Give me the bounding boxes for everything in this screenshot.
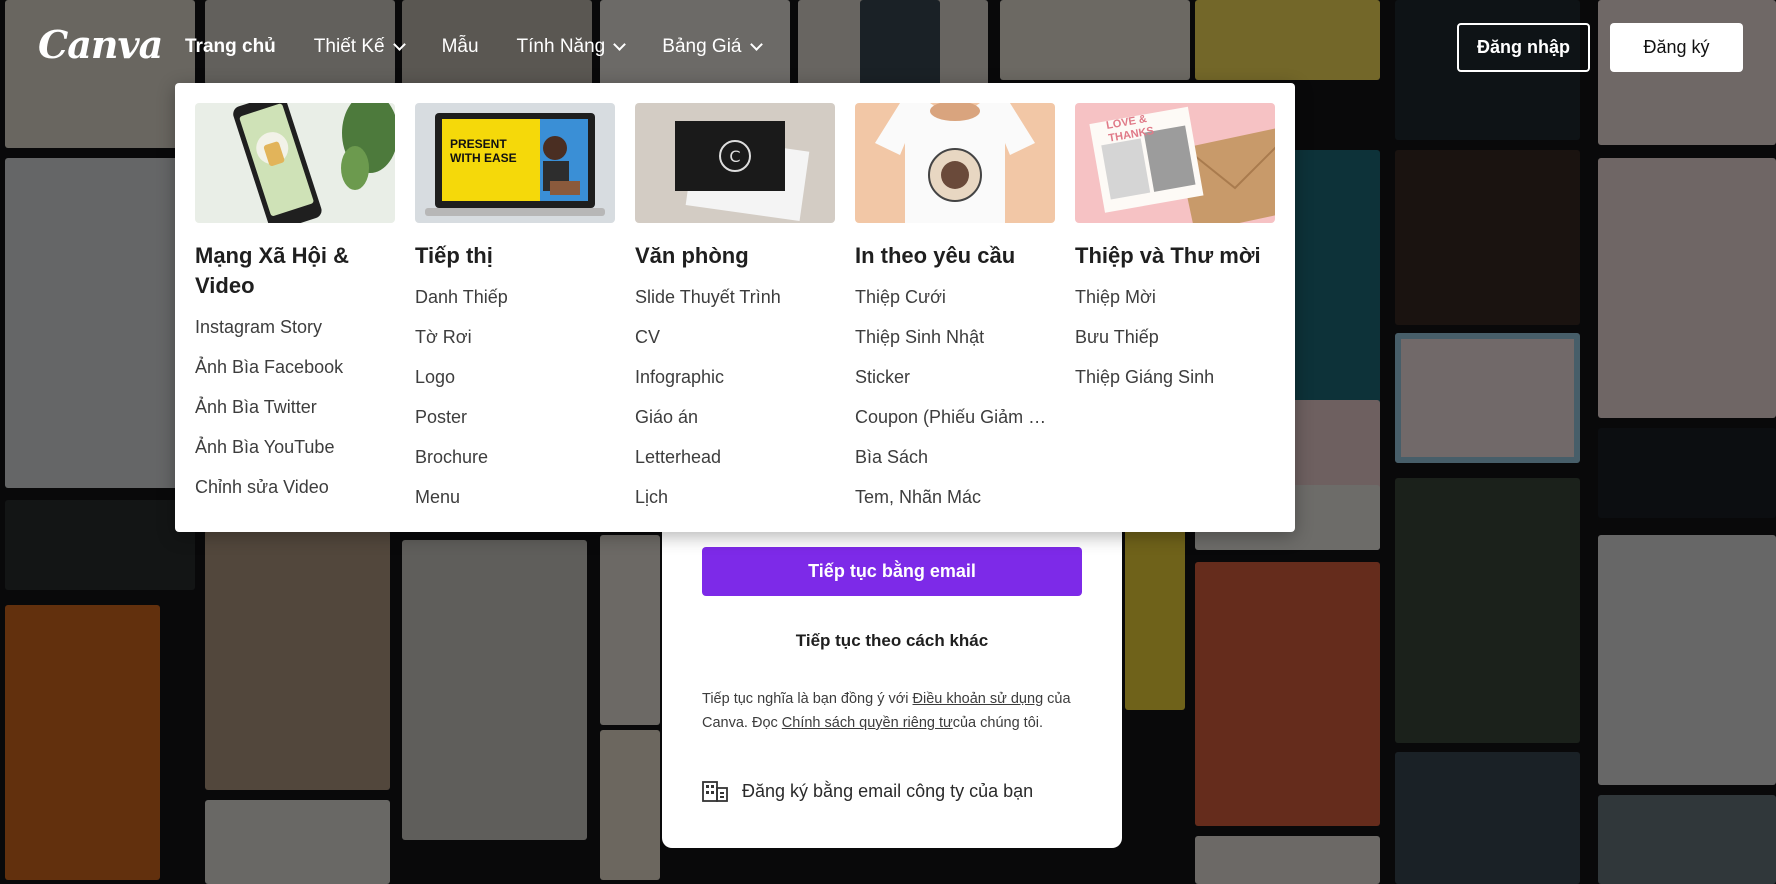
menu-item[interactable]: Brochure [415, 437, 615, 477]
building-icon [702, 781, 728, 802]
menu-item[interactable]: Danh Thiếp [415, 277, 615, 317]
nav-item-home[interactable]: Trang chủ [185, 36, 276, 58]
nav-item-label: Trang chủ [185, 36, 276, 57]
column-list: Thiệp Mời Bưu Thiếp Thiệp Giáng Sinh [1075, 277, 1275, 397]
dropdown-column-marketing: PRESENT WITH EASE Tiếp thị Danh Thiếp Tờ… [415, 103, 615, 517]
chevron-down-icon [392, 38, 406, 51]
menu-item[interactable]: Thiệp Sinh Nhật [855, 317, 1055, 357]
nav-item-label: Bảng Giá [662, 36, 742, 57]
column-list: Slide Thuyết Trình CV Infographic Giáo á… [635, 277, 835, 517]
office-thumbnail[interactable]: C [635, 103, 835, 223]
design-dropdown-menu: Mạng Xã Hội & Video Instagram Story Ảnh … [175, 83, 1295, 532]
menu-item[interactable]: Slide Thuyết Trình [635, 277, 835, 317]
menu-item[interactable]: Letterhead [635, 437, 835, 477]
nav-item-design[interactable]: Thiết Kế [313, 36, 406, 58]
tshirt-icon [875, 103, 1035, 223]
menu-item[interactable]: Infographic [635, 357, 835, 397]
menu-item[interactable]: CV [635, 317, 835, 357]
nav-item-label: Thiết Kế [313, 36, 385, 57]
canva-logo[interactable]: Canva [38, 22, 163, 67]
terms-suffix: của chúng tôi. [952, 715, 1044, 731]
menu-item[interactable]: Sticker [855, 357, 1055, 397]
continue-other-way-link[interactable]: Tiếp tục theo cách khác [662, 631, 1122, 651]
column-title[interactable]: In theo yêu cầu [855, 241, 1055, 271]
terms-prefix: Tiếp tục nghĩa là bạn đồng ý với [702, 691, 913, 707]
nav-item-label: Tính Năng [516, 36, 606, 57]
svg-text:C: C [729, 147, 740, 166]
column-list: Danh Thiếp Tờ Rơi Logo Poster Brochure M… [415, 277, 615, 517]
menu-item[interactable]: Lịch [635, 477, 835, 517]
menu-item[interactable]: Instagram Story [195, 307, 395, 347]
menu-item[interactable]: Ảnh Bìa Twitter [195, 387, 395, 427]
cards-invitations-thumbnail[interactable]: LOVE & THANKS [1075, 103, 1275, 223]
menu-item[interactable]: Tem, Nhãn Mác [855, 477, 1055, 517]
thumb-caption: PRESENT WITH EASE [450, 137, 517, 165]
nav-item-pricing[interactable]: Bảng Giá [662, 36, 763, 58]
phone-mockup-icon [233, 103, 395, 223]
print-thumbnail[interactable] [855, 103, 1055, 223]
dropdown-column-print: In theo yêu cầu Thiệp Cưới Thiệp Sinh Nh… [855, 103, 1055, 517]
nav-item-label: Mẫu [441, 36, 479, 57]
chevron-down-icon [749, 38, 763, 51]
menu-item[interactable]: Thiệp Giáng Sinh [1075, 357, 1275, 397]
social-video-thumbnail[interactable] [195, 103, 395, 223]
login-button[interactable]: Đăng nhập [1457, 23, 1590, 72]
menu-item[interactable]: Menu [415, 477, 615, 517]
top-navigation: Canva Trang chủ Thiết Kế Mẫu Tính Năng B… [0, 0, 1776, 96]
column-list: Instagram Story Ảnh Bìa Facebook Ảnh Bìa… [195, 307, 395, 507]
nav-menu: Trang chủ Thiết Kế Mẫu Tính Năng Bảng Gi… [185, 36, 799, 58]
dropdown-column-social: Mạng Xã Hội & Video Instagram Story Ảnh … [195, 103, 395, 507]
privacy-policy-link[interactable]: Chính sách quyền riêng tư [782, 715, 953, 731]
continue-email-button[interactable]: Tiếp tục bằng email [702, 547, 1082, 596]
column-title[interactable]: Văn phòng [635, 241, 835, 271]
menu-item[interactable]: Chỉnh sửa Video [195, 467, 395, 507]
dropdown-column-cards: LOVE & THANKS Thiệp và Thư mời Thiệp Mời… [1075, 103, 1275, 397]
signup-card: Tiếp tục bằng email Tiếp tục theo cách k… [662, 480, 1122, 848]
chevron-down-icon [613, 38, 627, 51]
nav-item-templates[interactable]: Mẫu [442, 36, 479, 58]
menu-item[interactable]: Logo [415, 357, 615, 397]
menu-item[interactable]: Ảnh Bìa Facebook [195, 347, 395, 387]
column-title[interactable]: Mạng Xã Hội & Video [195, 241, 395, 301]
business-email-label: Đăng ký bằng email công ty của bạn [742, 780, 1034, 801]
column-title[interactable]: Thiệp và Thư mời [1075, 241, 1275, 271]
menu-item[interactable]: Bưu Thiếp [1075, 317, 1275, 357]
marketing-thumbnail[interactable]: PRESENT WITH EASE [415, 103, 615, 223]
menu-item[interactable]: Thiệp Mời [1075, 277, 1275, 317]
menu-item[interactable]: Bìa Sách [855, 437, 1055, 477]
signup-button[interactable]: Đăng ký [1610, 23, 1743, 72]
column-list: Thiệp Cưới Thiệp Sinh Nhật Sticker Coupo… [855, 277, 1055, 517]
menu-item[interactable]: Tờ Rơi [415, 317, 615, 357]
column-title[interactable]: Tiếp thị [415, 241, 615, 271]
business-card-icon: C [675, 121, 810, 222]
terms-text: Tiếp tục nghĩa là bạn đồng ý với Điều kh… [702, 687, 1087, 735]
menu-item[interactable]: Thiệp Cưới [855, 277, 1055, 317]
menu-item[interactable]: Ảnh Bìa YouTube [195, 427, 395, 467]
business-email-signup[interactable]: Đăng ký bằng email công ty của bạn [702, 780, 1033, 802]
terms-of-use-link[interactable]: Điều khoản sử dụng [913, 691, 1044, 707]
dropdown-column-office: C Văn phòng Slide Thuyết Trình CV Infogr… [635, 103, 835, 517]
menu-item[interactable]: Poster [415, 397, 615, 437]
menu-item[interactable]: Coupon (Phiếu Giảm Giá) [855, 397, 1055, 437]
nav-item-features[interactable]: Tính Năng [516, 36, 627, 58]
menu-item[interactable]: Giáo án [635, 397, 835, 437]
